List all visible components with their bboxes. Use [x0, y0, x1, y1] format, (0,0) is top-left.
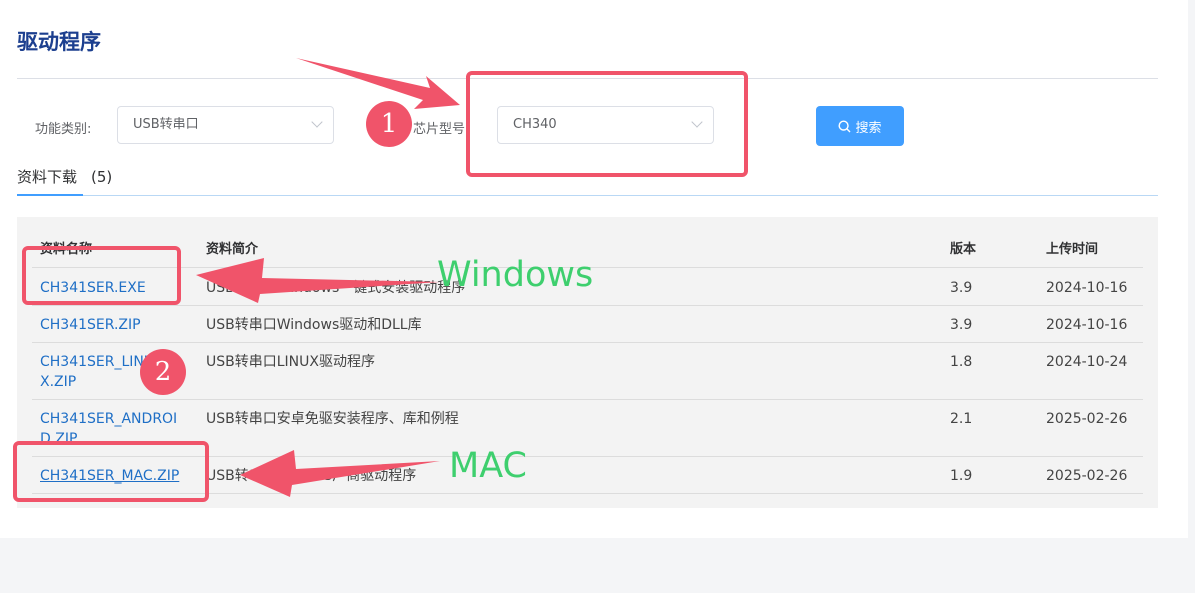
step-marker-1: 1 [366, 101, 412, 147]
arrow-to-windows-file [196, 258, 440, 303]
highlight-exe-file [22, 246, 181, 305]
arrow-to-mac-file [240, 450, 440, 497]
highlight-chip-select [466, 71, 748, 177]
step-marker-2: 2 [140, 349, 186, 395]
arrow-to-chip-select [296, 58, 460, 109]
mac-annotation-label: MAC [449, 446, 527, 486]
highlight-mac-file [13, 441, 209, 502]
windows-annotation-label: Windows [437, 255, 594, 295]
